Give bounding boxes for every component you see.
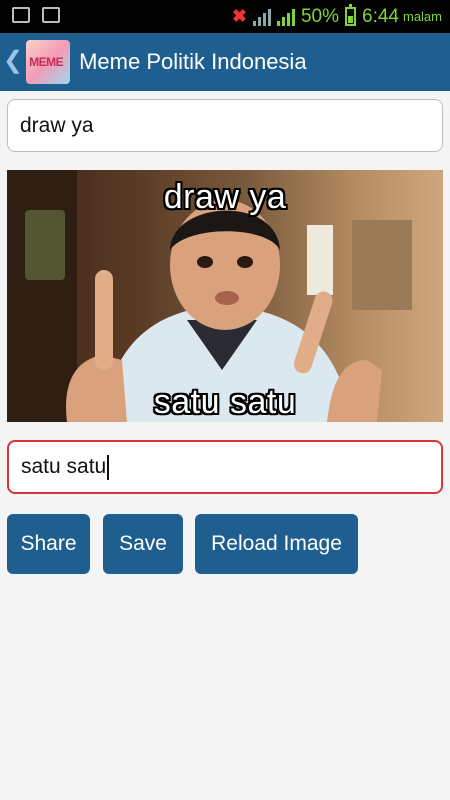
app-title: Meme Politik Indonesia bbox=[79, 49, 307, 74]
battery-percent: 50% bbox=[300, 5, 339, 27]
status-bar: ✖ 50% 6:44 malam bbox=[0, 0, 450, 33]
reload-image-button[interactable]: Reload Image bbox=[195, 514, 358, 574]
top-text-value: draw ya bbox=[20, 113, 94, 137]
chat-icon bbox=[42, 7, 60, 23]
image-icon bbox=[12, 7, 30, 23]
share-button[interactable]: Share bbox=[7, 514, 90, 574]
bottom-text-input[interactable]: satu satu bbox=[7, 440, 443, 494]
meme-bottom-caption: satu satu bbox=[153, 383, 297, 421]
signal-icon bbox=[276, 8, 295, 26]
signal-icon bbox=[252, 8, 271, 26]
meme-image: draw ya satu satu bbox=[7, 170, 443, 422]
battery-icon bbox=[345, 4, 356, 26]
bottom-text-value: satu satu bbox=[21, 455, 107, 478]
clock-suffix: malam bbox=[402, 9, 442, 24]
clock-time: 6:44 bbox=[362, 5, 399, 27]
text-cursor bbox=[107, 454, 109, 480]
meme-top-caption: draw ya bbox=[163, 178, 287, 216]
save-button[interactable]: Save bbox=[103, 514, 183, 574]
back-arrow-icon[interactable]: ❮ bbox=[3, 46, 23, 75]
top-text-input[interactable]: draw ya bbox=[7, 99, 443, 152]
action-bar: ❮ MEME Meme Politik Indonesia bbox=[0, 33, 450, 91]
mute-icon: ✖ bbox=[231, 6, 247, 26]
app-logo-text: MEME bbox=[29, 55, 64, 69]
app-logo[interactable]: MEME bbox=[26, 40, 71, 84]
